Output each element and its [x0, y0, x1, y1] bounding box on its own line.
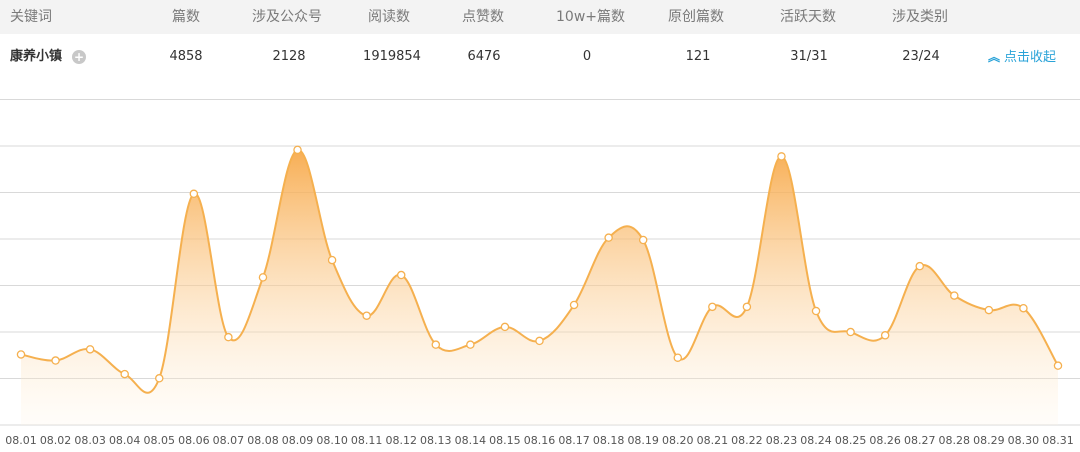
- data-point-08.21: [708, 302, 717, 312]
- x-tick-label: 08.07: [213, 434, 245, 447]
- x-tick-label: 08.24: [800, 434, 832, 447]
- x-tick-label: 08.03: [74, 434, 106, 447]
- data-point-08.01: [16, 350, 26, 359]
- x-tick-label: 08.30: [1008, 434, 1040, 447]
- x-tick-label: 08.28: [939, 434, 971, 447]
- data-point-08.20: [673, 353, 683, 362]
- data-point-08.04: [120, 369, 129, 379]
- area-chart: 08.01 08.02 08.03 08.04 08.05 08.06 08.07 08.08…: [0, 99, 1080, 447]
- x-tick-label: 08.11: [351, 434, 383, 447]
- x-tick-label: 08.04: [109, 434, 141, 447]
- x-tick-label: 08.23: [766, 434, 798, 447]
- data-point-08.03: [85, 345, 95, 354]
- x-tick-label: 08.01: [5, 434, 37, 447]
- data-point-08.24: [811, 306, 821, 316]
- data-point-08.07: [224, 332, 233, 342]
- data-point-08.13: [431, 340, 441, 349]
- x-tick-label: 08.08: [247, 434, 279, 447]
- x-tick-label: 08.10: [316, 434, 348, 447]
- data-point-08.28: [950, 291, 959, 300]
- x-tick-label: 08.19: [627, 434, 659, 447]
- x-tick-label: 08.18: [593, 434, 625, 447]
- x-tick-label: 08.27: [904, 434, 936, 447]
- data-point-08.30: [1019, 303, 1028, 313]
- data-point-08.31: [1053, 361, 1063, 370]
- x-tick-label: 08.02: [40, 434, 72, 447]
- data-point-08.22: [742, 302, 752, 312]
- data-point-08.12: [396, 270, 406, 280]
- x-tick-label: 08.13: [420, 434, 452, 447]
- data-point-08.06: [189, 189, 199, 199]
- x-tick-label: 08.20: [662, 434, 694, 447]
- x-tick-label: 08.06: [178, 434, 210, 447]
- data-point-08.14: [466, 340, 475, 349]
- x-tick-label: 08.17: [558, 434, 590, 447]
- data-point-08.17: [569, 300, 579, 310]
- x-tick-label: 08.25: [835, 434, 867, 447]
- data-point-08.09: [293, 145, 302, 155]
- data-point-08.05: [155, 374, 164, 383]
- data-point-08.19: [638, 235, 648, 245]
- data-point-08.16: [535, 336, 544, 346]
- data-point-08.27: [915, 261, 924, 271]
- x-tick-label: 08.31: [1042, 434, 1074, 447]
- data-point-08.08: [258, 273, 268, 282]
- data-point-08.23: [777, 152, 786, 161]
- data-point-08.10: [327, 255, 337, 265]
- x-tick-label: 08.05: [144, 434, 176, 447]
- data-point-08.02: [51, 356, 60, 365]
- data-point-08.25: [846, 327, 855, 337]
- x-tick-label: 08.12: [385, 434, 417, 447]
- x-tick-label: 08.14: [455, 434, 487, 447]
- x-tick-label: 08.22: [731, 434, 763, 447]
- data-point-08.15: [500, 322, 510, 332]
- x-tick-label: 08.21: [697, 434, 729, 447]
- x-tick-label: 08.16: [524, 434, 556, 447]
- data-point-08.11: [362, 311, 371, 320]
- x-tick-label: 08.26: [869, 434, 901, 447]
- x-tick-label: 08.15: [489, 434, 521, 447]
- data-point-08.29: [984, 305, 994, 315]
- series-area: [21, 149, 1058, 425]
- x-tick-label: 08.09: [282, 434, 314, 447]
- data-point-08.26: [880, 331, 890, 340]
- data-point-08.18: [604, 233, 613, 242]
- x-tick-label: 08.29: [973, 434, 1005, 447]
